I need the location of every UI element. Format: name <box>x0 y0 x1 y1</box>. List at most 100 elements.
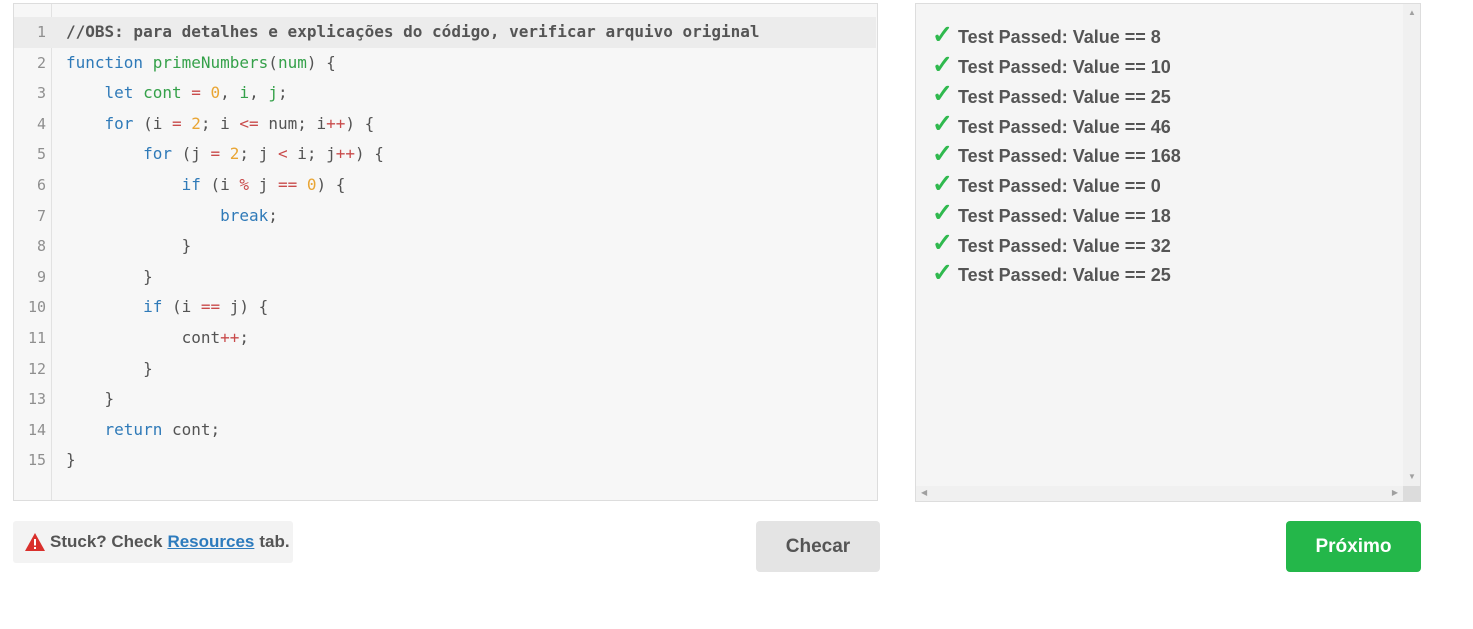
line-number: 13 <box>27 390 46 409</box>
scrollbar-corner <box>1403 486 1420 501</box>
checkmark-icon: ✓ <box>932 110 953 139</box>
code-line[interactable]: 3 let cont = 0, i, j; <box>14 78 877 109</box>
test-result-text: Test Passed: Value == 8 <box>958 27 1161 48</box>
line-number: 11 <box>27 328 46 347</box>
code-token: = <box>210 144 221 164</box>
code-text[interactable]: function primeNumbers(num) { <box>66 48 336 79</box>
check-button[interactable]: Checar <box>756 521 880 572</box>
code-text[interactable]: } <box>66 262 153 293</box>
help-hint: Stuck? Check Resources tab. <box>13 521 293 563</box>
code-line[interactable]: 6 if (i % j == 0) { <box>14 170 877 201</box>
code-editor[interactable]: 1 //OBS: para detalhes e explicações do c… <box>13 3 878 501</box>
code-token: < <box>277 144 288 164</box>
code-token: ; j <box>239 144 278 164</box>
checkmark-icon: ✓ <box>932 20 953 49</box>
resources-link[interactable]: Resources <box>167 532 254 552</box>
scroll-down-icon[interactable]: ▼ <box>1408 472 1416 482</box>
test-result-item: ✓ Test Passed: Value == 10 <box>932 51 1181 83</box>
code-token: for <box>143 144 172 164</box>
code-text[interactable]: } <box>66 231 192 262</box>
code-text[interactable]: //OBS: para detalhes e explicações do có… <box>66 17 760 48</box>
code-line[interactable]: 9 } <box>14 262 877 293</box>
code-token: ; <box>239 327 250 347</box>
code-line[interactable]: 7 break; <box>14 201 877 232</box>
test-result-text: Test Passed: Value == 32 <box>958 235 1171 256</box>
code-line[interactable]: 15} <box>14 445 877 476</box>
code-text[interactable]: if (i == j) { <box>66 292 268 323</box>
line-number: 14 <box>27 420 46 439</box>
code-token: ++ <box>220 327 240 347</box>
next-button[interactable]: Próximo <box>1286 521 1421 572</box>
code-text[interactable]: for (j = 2; j < i; j++) { <box>66 139 384 170</box>
line-number: 12 <box>27 359 46 378</box>
code-token: 2 <box>229 144 240 164</box>
code-token: = <box>191 83 201 103</box>
code-line[interactable]: 4 for (i = 2; i <= num; i++) { <box>14 109 877 140</box>
code-token: for <box>104 113 134 133</box>
code-text[interactable]: return cont; <box>66 415 221 446</box>
code-text[interactable]: } <box>66 384 115 415</box>
code-text[interactable]: for (i = 2; i <= num; i++) { <box>66 109 375 140</box>
code-text[interactable]: } <box>66 445 76 476</box>
code-line[interactable]: 12 } <box>14 354 877 385</box>
code-line[interactable]: 10 if (i == j) { <box>14 292 877 323</box>
code-line[interactable]: 14 return cont; <box>14 415 877 446</box>
code-token: (j <box>171 144 211 164</box>
code-line[interactable]: 5 for (j = 2; j < i; j++) { <box>14 139 877 170</box>
code-text[interactable]: let cont = 0, i, j; <box>66 78 288 109</box>
code-lines[interactable]: 1 //OBS: para detalhes e explicações do c… <box>14 17 877 476</box>
test-result-text: Test Passed: Value == 25 <box>958 86 1171 107</box>
line-number: 7 <box>36 206 46 225</box>
checkmark-icon: ✓ <box>932 229 953 258</box>
code-token: num; i <box>258 113 327 133</box>
scroll-up-icon[interactable]: ▲ <box>1408 8 1416 18</box>
code-token: , <box>249 83 269 103</box>
code-token: if <box>143 297 163 317</box>
code-token: cont <box>143 83 182 103</box>
line-number: 9 <box>36 267 46 286</box>
code-token: i; j <box>287 144 336 164</box>
code-text[interactable]: if (i % j == 0) { <box>66 170 346 201</box>
code-token: } <box>66 389 115 409</box>
code-line[interactable]: 13 } <box>14 384 877 415</box>
code-text[interactable]: } <box>66 354 153 385</box>
help-prefix: Stuck? Check <box>50 532 163 551</box>
scroll-left-icon[interactable]: ◀ <box>921 488 927 498</box>
code-token: ; <box>277 83 288 103</box>
code-token: let <box>104 83 134 103</box>
checkmark-icon: ✓ <box>932 139 953 168</box>
test-result-item: ✓ Test Passed: Value == 0 <box>932 169 1181 202</box>
test-result-text: Test Passed: Value == 10 <box>958 57 1171 78</box>
test-output-panel: ✓ Test Passed: Value == 8 ✓ Test Passed: Va… <box>915 3 1421 502</box>
line-number: 10 <box>27 298 46 317</box>
test-result-text: Test Passed: Value == 0 <box>958 176 1161 197</box>
code-text[interactable]: break; <box>66 201 278 232</box>
test-result-item: ✓ Test Passed: Value == 46 <box>932 110 1181 142</box>
code-token: ++ <box>335 144 356 164</box>
scroll-right-icon[interactable]: ▶ <box>1392 488 1398 498</box>
code-line[interactable]: 2 function primeNumbers(num) { <box>14 48 877 79</box>
code-line[interactable]: 11 cont++; <box>14 323 877 354</box>
checkmark-icon: ✓ <box>932 169 953 198</box>
test-results-list: ✓ Test Passed: Value == 8 ✓ Test Passed: Va… <box>932 20 1181 291</box>
test-result-item: ✓ Test Passed: Value == 8 <box>932 20 1181 53</box>
code-token: } <box>66 266 153 286</box>
code-line[interactable]: 8 } <box>14 231 877 262</box>
code-token: function <box>66 52 144 72</box>
code-token: } <box>66 236 192 256</box>
horizontal-scrollbar[interactable]: ◀ ▶ <box>916 486 1403 501</box>
line-number: 15 <box>27 451 46 470</box>
code-token: % <box>239 174 250 194</box>
code-line[interactable]: 1 //OBS: para detalhes e explicações do c… <box>14 17 876 48</box>
vertical-scrollbar[interactable]: ▲ ▼ <box>1403 4 1420 486</box>
code-token: 2 <box>191 113 201 133</box>
code-text[interactable]: cont++; <box>66 323 249 354</box>
